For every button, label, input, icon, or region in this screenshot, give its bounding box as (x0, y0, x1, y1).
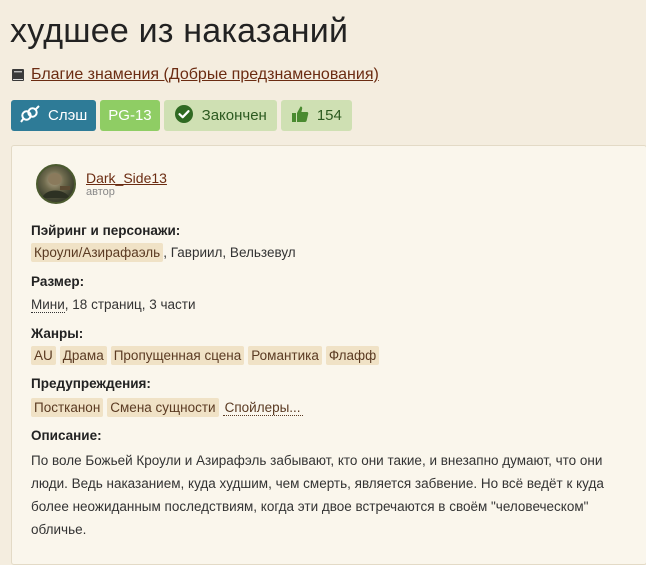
size-link[interactable]: Мини (31, 297, 65, 313)
fandom-row: Благие знамения (Добрые предзнаменования… (11, 66, 379, 84)
direction-badge[interactable]: Слэш (11, 100, 97, 131)
warning-tags: Постканон Смена сущности Спойлеры... (31, 398, 303, 417)
pairing-tags: Кроули/Азирафаэль, Гавриил, Вельзевул (31, 243, 296, 262)
status-badge[interactable]: Закончен (163, 100, 277, 131)
likes-badge[interactable]: 154 (280, 100, 352, 131)
characters-text: , Гавриил, Вельзевул (163, 245, 296, 260)
avatar[interactable] (36, 164, 76, 204)
rating-badge[interactable]: PG-13 (100, 100, 160, 131)
genre-tag[interactable]: AU (31, 346, 56, 365)
spoilers-toggle[interactable]: Спойлеры... (222, 400, 303, 416)
size-line: Мини, 18 страниц, 3 части (31, 297, 196, 313)
fandom-link[interactable]: Благие знамения (Добрые предзнаменования… (31, 66, 379, 84)
slash-icon (20, 104, 40, 127)
likes-count: 154 (316, 107, 342, 124)
size-details: , 18 страниц, 3 части (64, 297, 196, 312)
description-text: По воле Божьей Кроули и Азирафэль забыва… (31, 453, 604, 537)
author-role: автор (86, 186, 115, 198)
badge-row: Слэш PG-13 Закончен 154 (11, 100, 352, 131)
status-label: Закончен (201, 107, 267, 124)
genre-tag[interactable]: Романтика (248, 346, 322, 365)
page-title: худшее из наказаний (10, 12, 349, 50)
pairing-tag[interactable]: Кроули/Азирафаэль (31, 243, 164, 262)
author-link[interactable]: Dark_Side13 (86, 170, 167, 186)
warning-tag[interactable]: Смена сущности (107, 398, 219, 417)
genre-tag[interactable]: Флафф (325, 346, 380, 365)
warning-tag[interactable]: Постканон (31, 398, 104, 417)
genres-label: Жанры: (31, 326, 84, 341)
size-label: Размер: (31, 274, 85, 289)
book-icon (11, 68, 25, 82)
genre-tag[interactable]: Драма (59, 346, 107, 365)
pairing-label: Пэйринг и персонажи: (31, 223, 181, 238)
warnings-label: Предупреждения: (31, 376, 151, 391)
genre-tags: AU Драма Пропущенная сцена Романтика Фла… (31, 346, 380, 365)
thumbs-up-icon (291, 105, 309, 127)
description-label: Описание: (31, 428, 102, 443)
genre-tag[interactable]: Пропущенная сцена (110, 346, 245, 365)
direction-label: Слэш (48, 107, 88, 124)
check-circle-icon (174, 104, 194, 128)
